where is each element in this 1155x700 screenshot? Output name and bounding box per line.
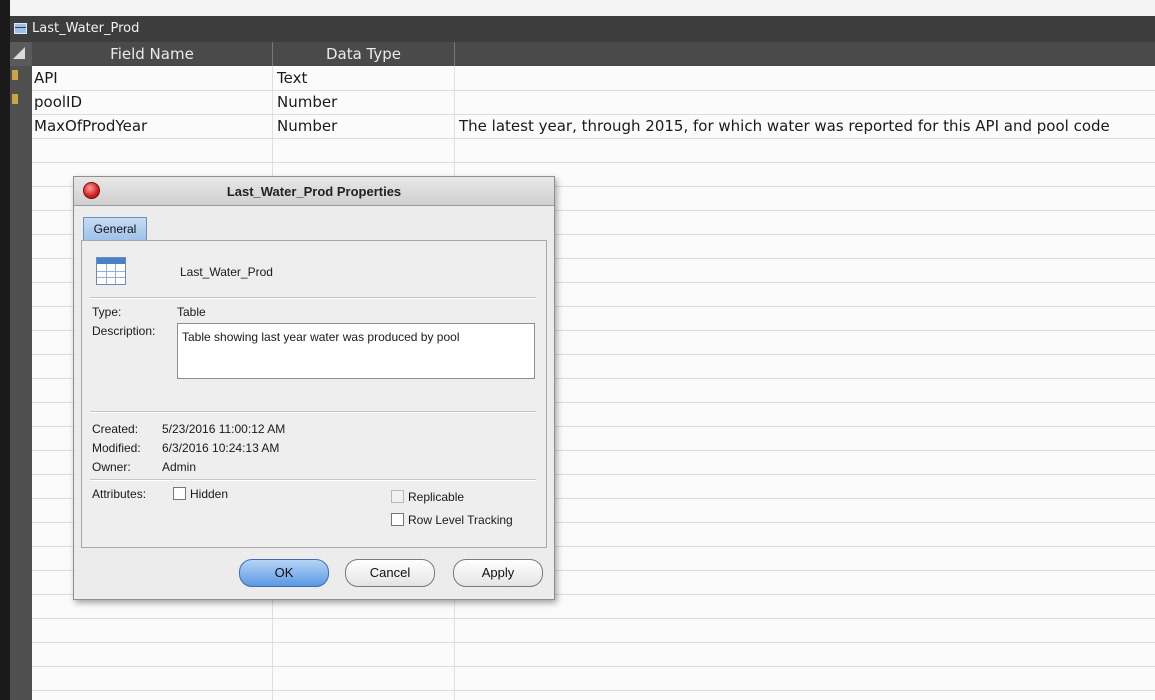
document-tab[interactable]: Last_Water_Prod <box>10 16 1155 42</box>
divider <box>90 479 536 481</box>
modified-value: 6/3/2016 10:24:13 AM <box>162 441 280 455</box>
tab-general[interactable]: General <box>83 217 147 240</box>
top-strip <box>10 0 1155 16</box>
dialog-title: Last_Water_Prod Properties <box>74 177 554 206</box>
description-field[interactable]: Table showing last year water was produc… <box>177 323 535 379</box>
data-type-cell[interactable]: Number <box>277 114 337 138</box>
grid-line <box>32 162 1155 163</box>
created-value: 5/23/2016 11:00:12 AM <box>162 422 286 436</box>
grid-line <box>32 618 1155 619</box>
window-left-edge <box>0 0 10 700</box>
hidden-checkbox[interactable] <box>173 487 186 500</box>
table-icon <box>14 23 27 34</box>
field-name-cell[interactable]: API <box>34 66 58 90</box>
hidden-label: Hidden <box>190 487 229 501</box>
type-value: Table <box>177 305 206 319</box>
row-selector-column[interactable] <box>10 66 32 700</box>
grid-line <box>32 666 1155 667</box>
divider <box>90 297 536 299</box>
column-header-row: Field Name Data Type <box>10 42 1155 66</box>
cancel-button[interactable]: Cancel <box>345 559 435 587</box>
close-icon[interactable] <box>83 182 100 199</box>
description-label: Description: <box>92 324 156 338</box>
description-cell[interactable]: The latest year, through 2015, for which… <box>459 114 1110 138</box>
key-icon <box>12 70 18 80</box>
row-level-tracking-label: Row Level Tracking <box>408 513 513 527</box>
replicable-checkbox[interactable] <box>391 490 404 503</box>
field-name-header[interactable]: Field Name <box>32 42 273 66</box>
type-label: Type: <box>92 305 122 319</box>
general-panel: Last_Water_Prod Type: Table Description:… <box>81 240 547 548</box>
grid-line <box>32 90 1155 91</box>
grid-line <box>32 690 1155 691</box>
data-type-cell[interactable]: Text <box>277 66 307 90</box>
row-level-tracking-checkbox[interactable] <box>391 513 404 526</box>
document-title: Last_Water_Prod <box>32 21 140 36</box>
data-type-cell[interactable]: Number <box>277 90 337 114</box>
select-all-icon[interactable] <box>10 42 32 66</box>
table-design-window: Last_Water_Prod Field Name Data Type API… <box>0 0 1155 700</box>
apply-button[interactable]: Apply <box>453 559 543 587</box>
grid-line <box>32 138 1155 139</box>
key-icon <box>12 94 18 104</box>
grid-line <box>32 642 1155 643</box>
owner-value: Admin <box>162 460 197 474</box>
replicable-label: Replicable <box>408 490 465 504</box>
modified-label: Modified: <box>92 441 141 455</box>
owner-label: Owner: <box>92 460 131 474</box>
table-icon <box>96 257 126 285</box>
properties-dialog: Last_Water_Prod Properties General Last_… <box>73 176 555 600</box>
divider <box>90 411 536 413</box>
ok-button[interactable]: OK <box>239 559 329 587</box>
object-name: Last_Water_Prod <box>180 265 273 279</box>
attributes-label: Attributes: <box>92 487 147 501</box>
created-label: Created: <box>92 422 139 436</box>
field-name-cell[interactable]: MaxOfProdYear <box>34 114 147 138</box>
data-type-header[interactable]: Data Type <box>273 42 455 66</box>
field-name-cell[interactable]: poolID <box>34 90 82 114</box>
